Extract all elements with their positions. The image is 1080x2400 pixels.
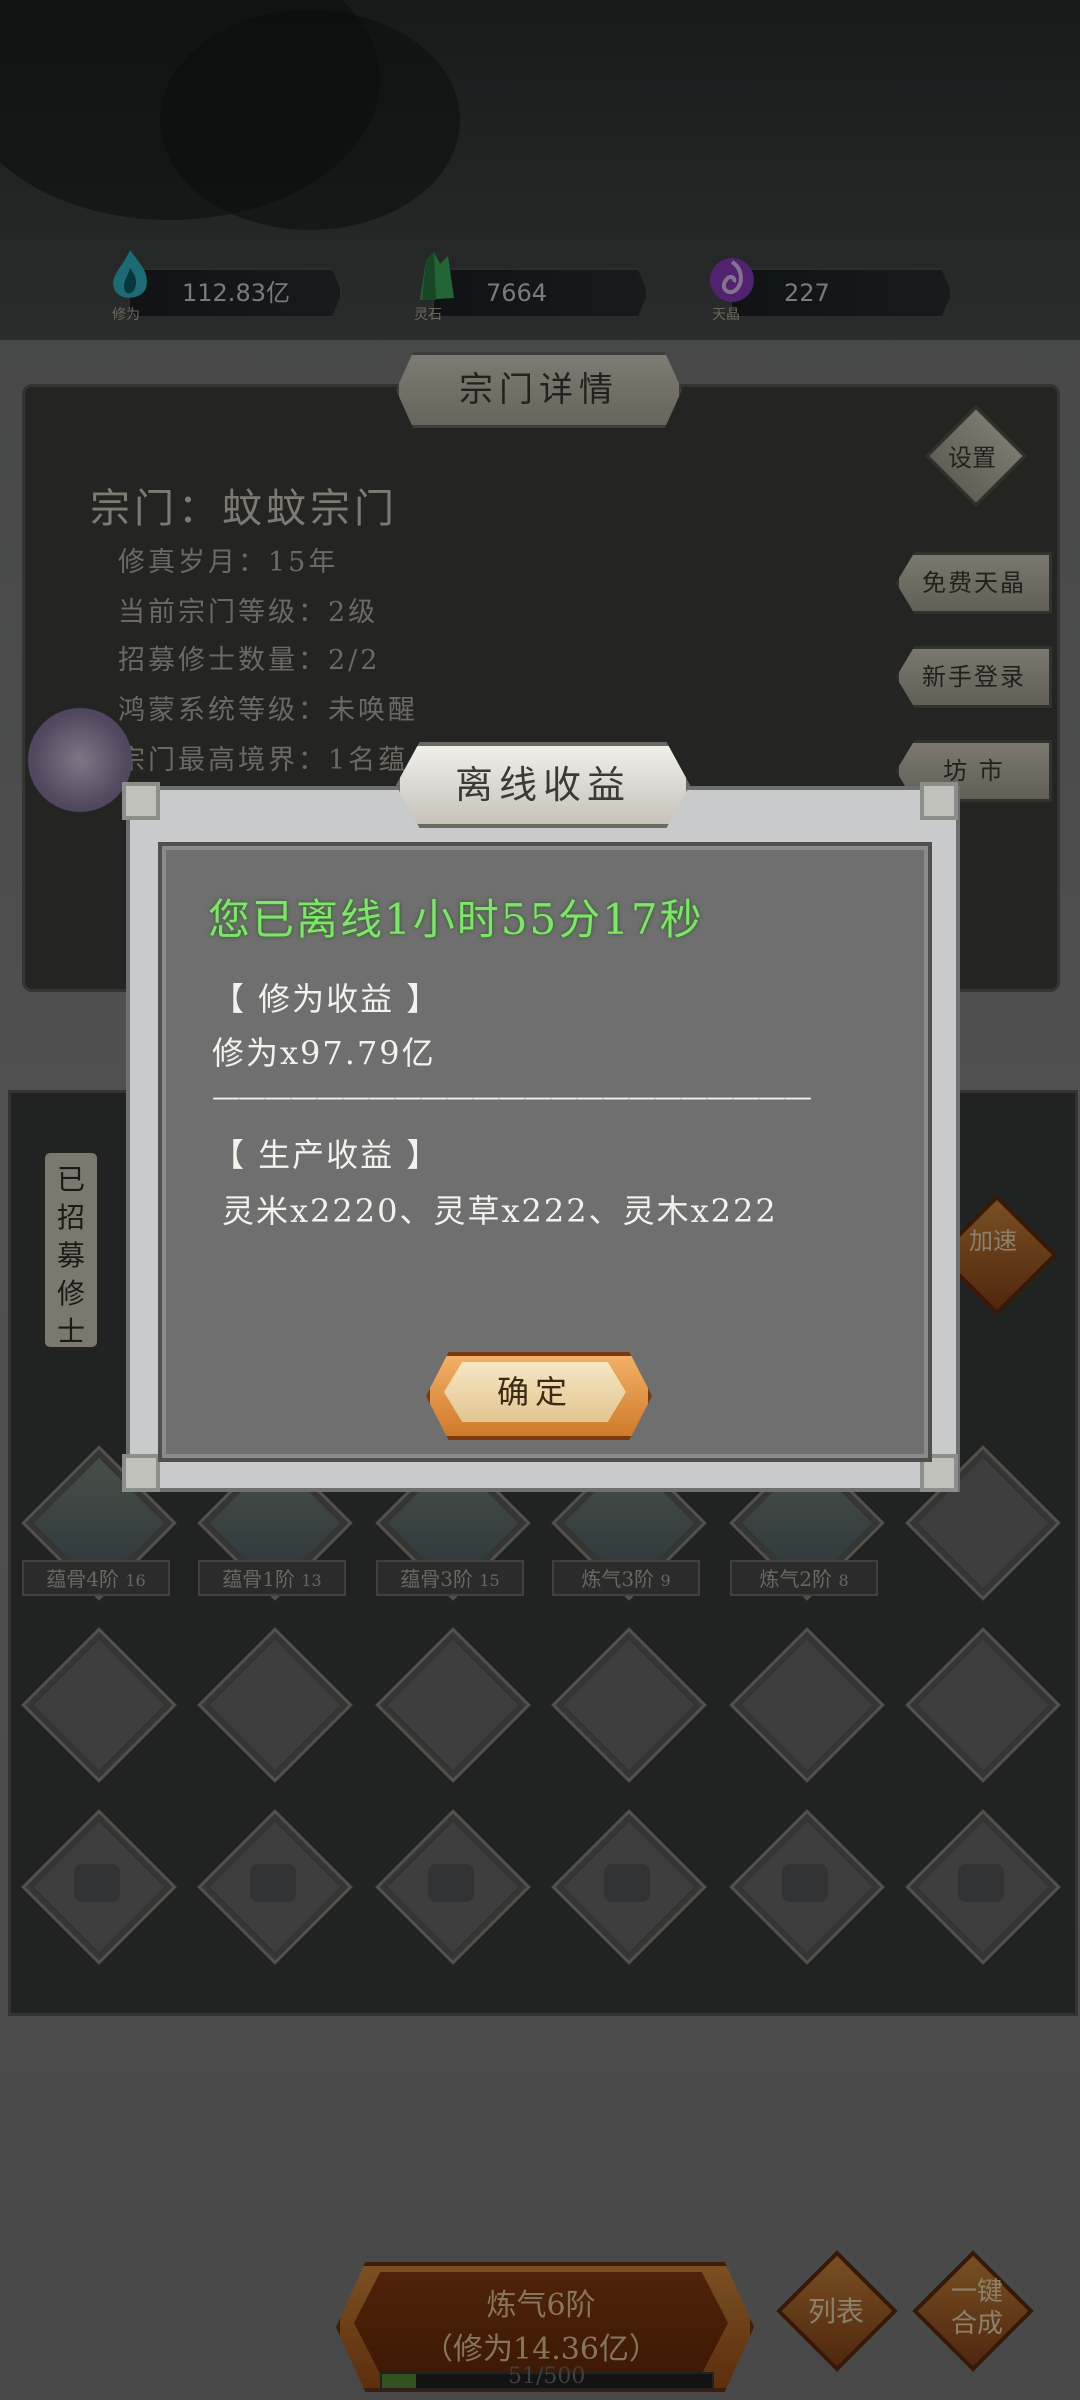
cultivation-rewards-value: 修为x97.79亿 — [212, 1034, 436, 1072]
production-rewards-value: 灵米x2220、灵草x222、灵木x222 — [222, 1192, 778, 1230]
confirm-label[interactable]: 确定 — [444, 1362, 626, 1422]
cultivation-rewards-header: 【 修为收益 】 — [212, 980, 441, 1018]
corner-ornament — [920, 782, 958, 820]
corner-ornament — [122, 782, 160, 820]
offline-duration: 您已离线1小时55分17秒 — [208, 895, 704, 944]
reward-divider: ——————————————————————— — [212, 1080, 812, 1113]
modal-title: 离线收益 — [396, 742, 690, 828]
corner-ornament — [122, 1454, 160, 1492]
production-rewards-header: 【 生产收益 】 — [212, 1136, 441, 1174]
